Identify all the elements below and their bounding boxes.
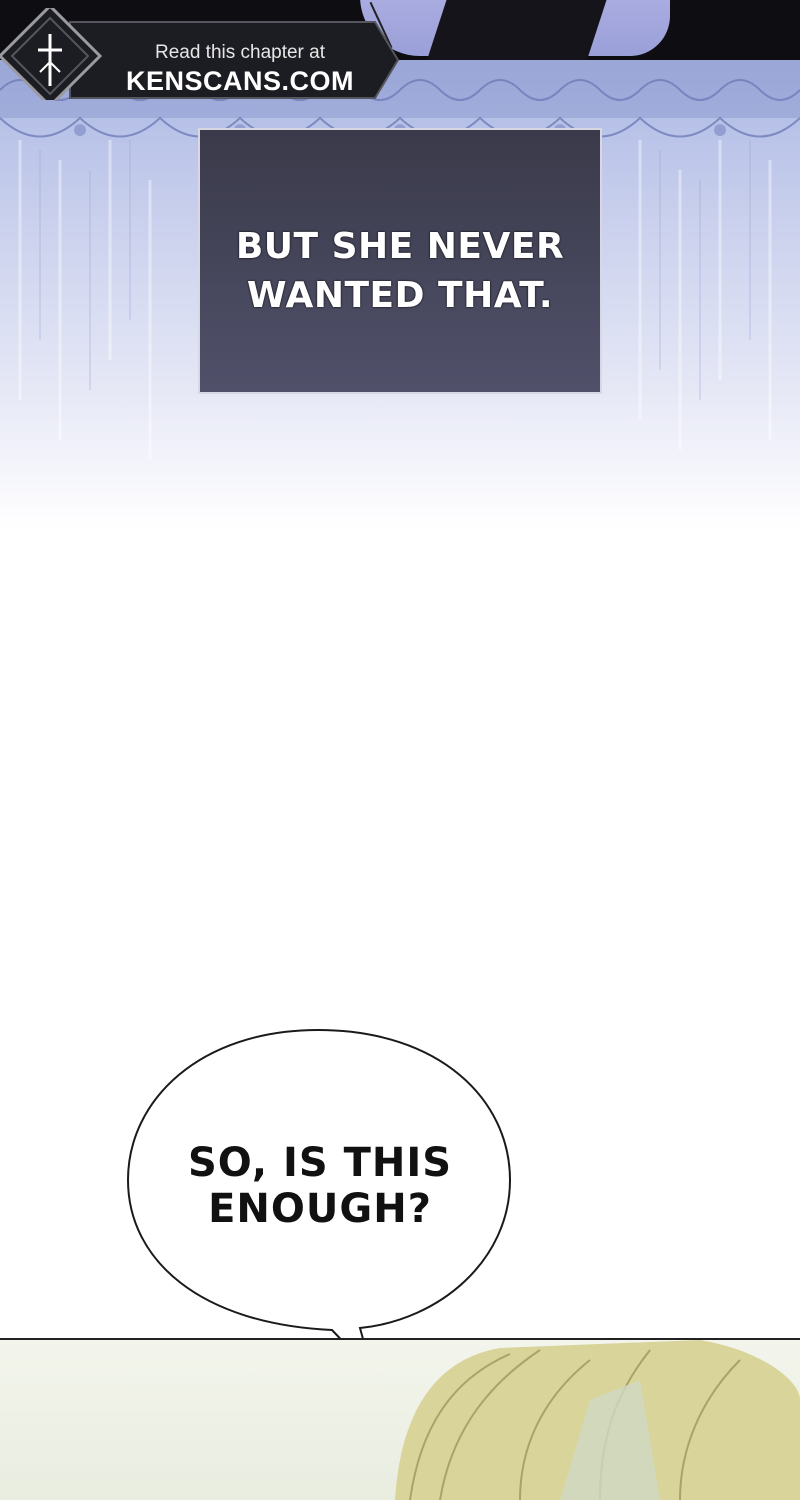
narration-text: BUT SHE NEVER WANTED THAT.: [235, 226, 565, 316]
comic-page: BUT SHE NEVER WANTED THAT. Read this cha…: [0, 0, 800, 1500]
bottom-panel-art: [0, 1340, 800, 1500]
sword-emblem-icon: [38, 34, 62, 86]
watermark-banner[interactable]: Read this chapter at KENSCANS.COM: [0, 3, 400, 109]
watermark-site-link[interactable]: KENSCANS.COM: [100, 66, 380, 97]
dark-cloth-art: [427, 0, 613, 60]
speech-bubble-text: SO, IS THIS ENOUGH?: [187, 1140, 453, 1232]
watermark-line-1: Read this chapter at: [154, 42, 326, 63]
narration-box: BUT SHE NEVER WANTED THAT.: [198, 128, 602, 394]
character-hair-art: [395, 1340, 800, 1500]
